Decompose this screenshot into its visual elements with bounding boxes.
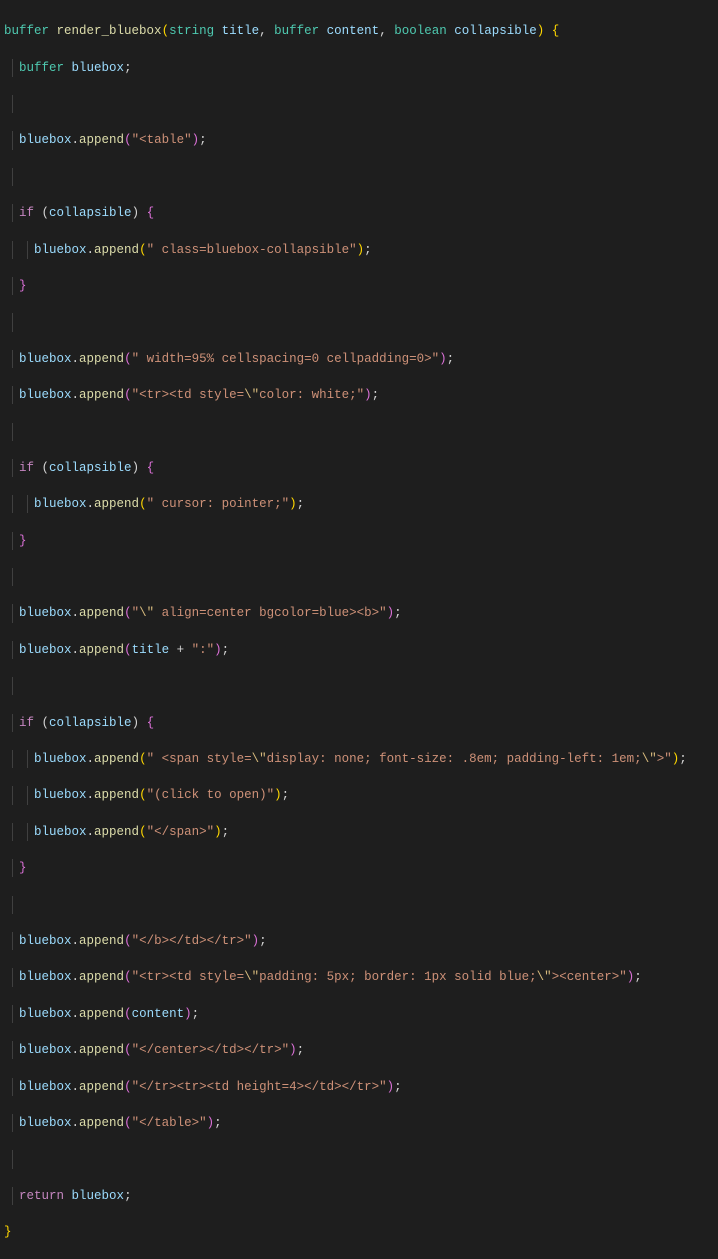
- code-line: if (collapsible) {: [4, 459, 718, 477]
- code-editor[interactable]: buffer render_bluebox(string title, buff…: [0, 0, 718, 1259]
- code-line: }: [4, 532, 718, 550]
- code-line: bluebox.append("</table>");: [4, 1114, 718, 1132]
- code-line: bluebox.append("</span>");: [4, 823, 718, 841]
- code-line: bluebox.append("</tr><tr><td height=4></…: [4, 1078, 718, 1096]
- code-line: [4, 423, 718, 441]
- code-line: if (collapsible) {: [4, 204, 718, 222]
- code-line: }: [4, 859, 718, 877]
- code-line: [4, 896, 718, 914]
- code-line: [4, 313, 718, 331]
- code-line: }: [4, 277, 718, 295]
- code-line: bluebox.append("<table");: [4, 131, 718, 149]
- code-line: [4, 568, 718, 586]
- code-line: bluebox.append(" cursor: pointer;");: [4, 495, 718, 513]
- code-line: buffer render_bluebox(string title, buff…: [4, 22, 718, 40]
- code-line: [4, 168, 718, 186]
- code-line: }: [4, 1223, 718, 1241]
- code-line: bluebox.append(" <span style=\"display: …: [4, 750, 718, 768]
- code-line: bluebox.append("</center></td></tr>");: [4, 1041, 718, 1059]
- type-token: buffer: [4, 24, 49, 38]
- code-line: [4, 95, 718, 113]
- function-name: render_bluebox: [57, 24, 162, 38]
- code-line: return bluebox;: [4, 1187, 718, 1205]
- code-line: bluebox.append("\" align=center bgcolor=…: [4, 604, 718, 622]
- code-line: bluebox.append("<tr><td style=\"color: w…: [4, 386, 718, 404]
- code-line: [4, 677, 718, 695]
- code-line: bluebox.append("(click to open)");: [4, 786, 718, 804]
- code-line: bluebox.append("<tr><td style=\"padding:…: [4, 968, 718, 986]
- code-line: [4, 1150, 718, 1168]
- code-line: if (collapsible) {: [4, 714, 718, 732]
- code-line: bluebox.append(title + ":");: [4, 641, 718, 659]
- code-line: buffer bluebox;: [4, 59, 718, 77]
- code-line: bluebox.append(content);: [4, 1005, 718, 1023]
- code-line: bluebox.append(" width=95% cellspacing=0…: [4, 350, 718, 368]
- code-line: bluebox.append("</b></td></tr>");: [4, 932, 718, 950]
- code-line: bluebox.append(" class=bluebox-collapsib…: [4, 241, 718, 259]
